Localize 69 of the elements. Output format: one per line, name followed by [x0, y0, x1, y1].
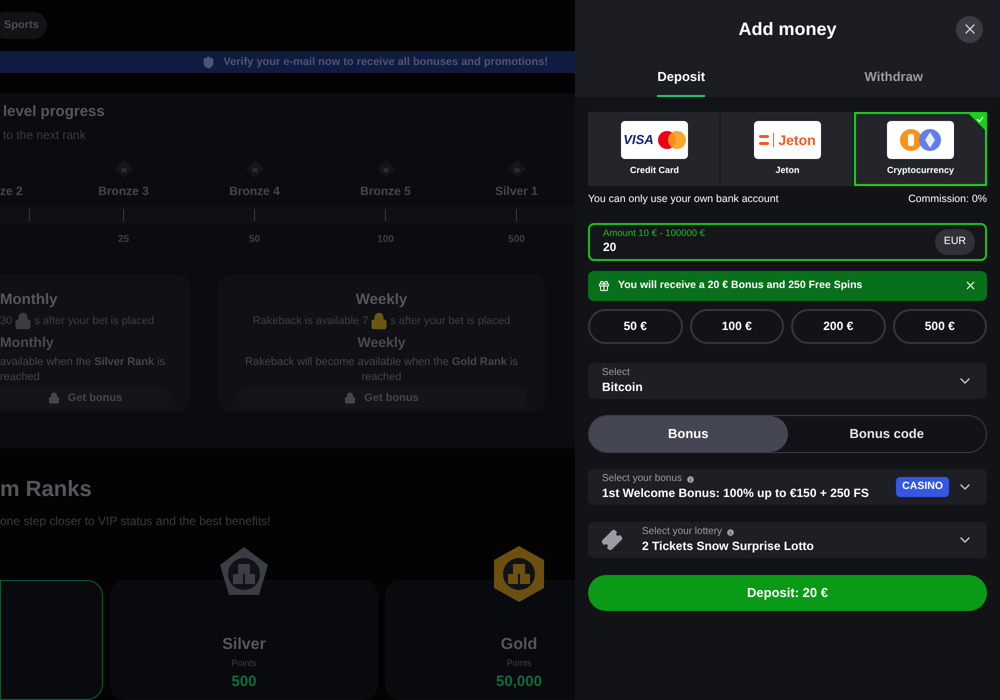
payment-method-tile[interactable]: VISA Credit Card: [588, 112, 721, 186]
visa-logo: VISA: [623, 131, 654, 149]
locked-rank-icon: [376, 160, 394, 178]
gift-icon: [598, 280, 610, 292]
locked-rank-icon: [508, 160, 526, 178]
amount-field[interactable]: Amount 10 € - 100000 € 20 EUR: [588, 222, 987, 261]
rank-name: Bronze 3: [98, 183, 149, 200]
notice-text: You can only use your own bank account: [588, 192, 778, 207]
ranks-title: m Ranks: [0, 478, 93, 500]
switch-option[interactable]: Bonus code: [788, 416, 986, 452]
select-value: Bitcoin: [602, 380, 644, 394]
card-subtitle: Monthly: [0, 332, 54, 352]
payment-method-tile[interactable]: Jeton Jeton: [721, 112, 854, 186]
rank-name: ze 2: [0, 183, 23, 200]
select-field[interactable]: Select your bonus 1st Welcome Bonus: 100% up to €150 + 250 FS CASINO: [588, 468, 987, 505]
amount-chip[interactable]: 500 €: [892, 308, 987, 344]
card-title: Weekly: [356, 290, 408, 310]
switch-option[interactable]: Bonus: [589, 416, 788, 452]
tab[interactable]: Withdraw: [864, 58, 923, 97]
close-button[interactable]: [956, 16, 983, 42]
rank-name: Silver 1: [495, 183, 538, 200]
locked-rank-icon: [246, 160, 264, 178]
banner-text: You will receive a 20 € Bonus and 250 Free Spins: [618, 278, 864, 293]
ranks-subtitle: one step closer to VIP status and the best benefits!: [0, 513, 272, 530]
lock-icon: [48, 392, 60, 404]
points-value: 50,000: [496, 672, 542, 692]
select-label: Select your bonus: [602, 473, 682, 486]
select-label: Select your lottery: [642, 526, 722, 538]
card-subtitle: Weekly: [358, 332, 406, 352]
tab[interactable]: Deposit: [657, 58, 706, 97]
field-label: Amount 10 € - 100000 €: [603, 228, 706, 240]
close-icon[interactable]: [964, 279, 977, 292]
section-title: level progress: [3, 102, 106, 122]
jeton-mark-icon: [759, 134, 770, 146]
payment-method-tile[interactable]: Cryptocurrency: [854, 112, 987, 186]
selected-check-icon: [969, 114, 985, 130]
info-icon: [726, 528, 736, 537]
dialog-title: Add money: [738, 18, 836, 41]
rank-title: Silver: [222, 635, 266, 655]
method-label: Cryptocurrency: [886, 164, 954, 177]
rank-name: Bronze 5: [360, 183, 411, 200]
amount-chip[interactable]: 50 €: [588, 308, 682, 344]
rank-name: Bronze 4: [229, 183, 280, 200]
select-field[interactable]: Select Bitcoin: [588, 362, 987, 399]
select-field[interactable]: Select your lottery 2 Tickets Snow Surprise Lotto: [588, 522, 987, 558]
verify-text: Verify your e-mail now to receive all bonuses and promotions!: [223, 54, 548, 70]
info-icon: [686, 474, 696, 484]
rank-card[interactable]: [0, 580, 103, 700]
locked-rank-icon: [114, 160, 132, 178]
card-title: Monthly: [0, 290, 58, 310]
amount-chip[interactable]: 200 €: [791, 308, 886, 344]
commission-text: Commission: 0%: [908, 192, 987, 207]
deposit-button[interactable]: Deposit: 20 €: [588, 574, 987, 611]
shield-icon: [202, 56, 216, 69]
bitcoin-ethereum-icon: [898, 128, 942, 152]
select-value: 1st Welcome Bonus: 100% up to €150 + 250 FS: [602, 486, 870, 500]
method-label: Jeton: [775, 164, 800, 177]
amount-value: 20: [603, 240, 618, 256]
points-value: 500: [231, 672, 257, 692]
casino-tag: CASINO: [896, 476, 949, 497]
jeton-wordmark: Jeton: [773, 132, 816, 147]
rank-title: Gold: [500, 635, 538, 655]
select-label: Select: [602, 367, 630, 380]
currency-pill: EUR: [934, 228, 975, 255]
amount-chip[interactable]: 100 €: [690, 308, 784, 344]
lock-icon: [344, 392, 356, 404]
select-value: 2 Tickets Snow Surprise Lotto: [642, 538, 815, 554]
mastercard-icon: [658, 130, 686, 149]
method-label: Credit Card: [630, 164, 679, 177]
